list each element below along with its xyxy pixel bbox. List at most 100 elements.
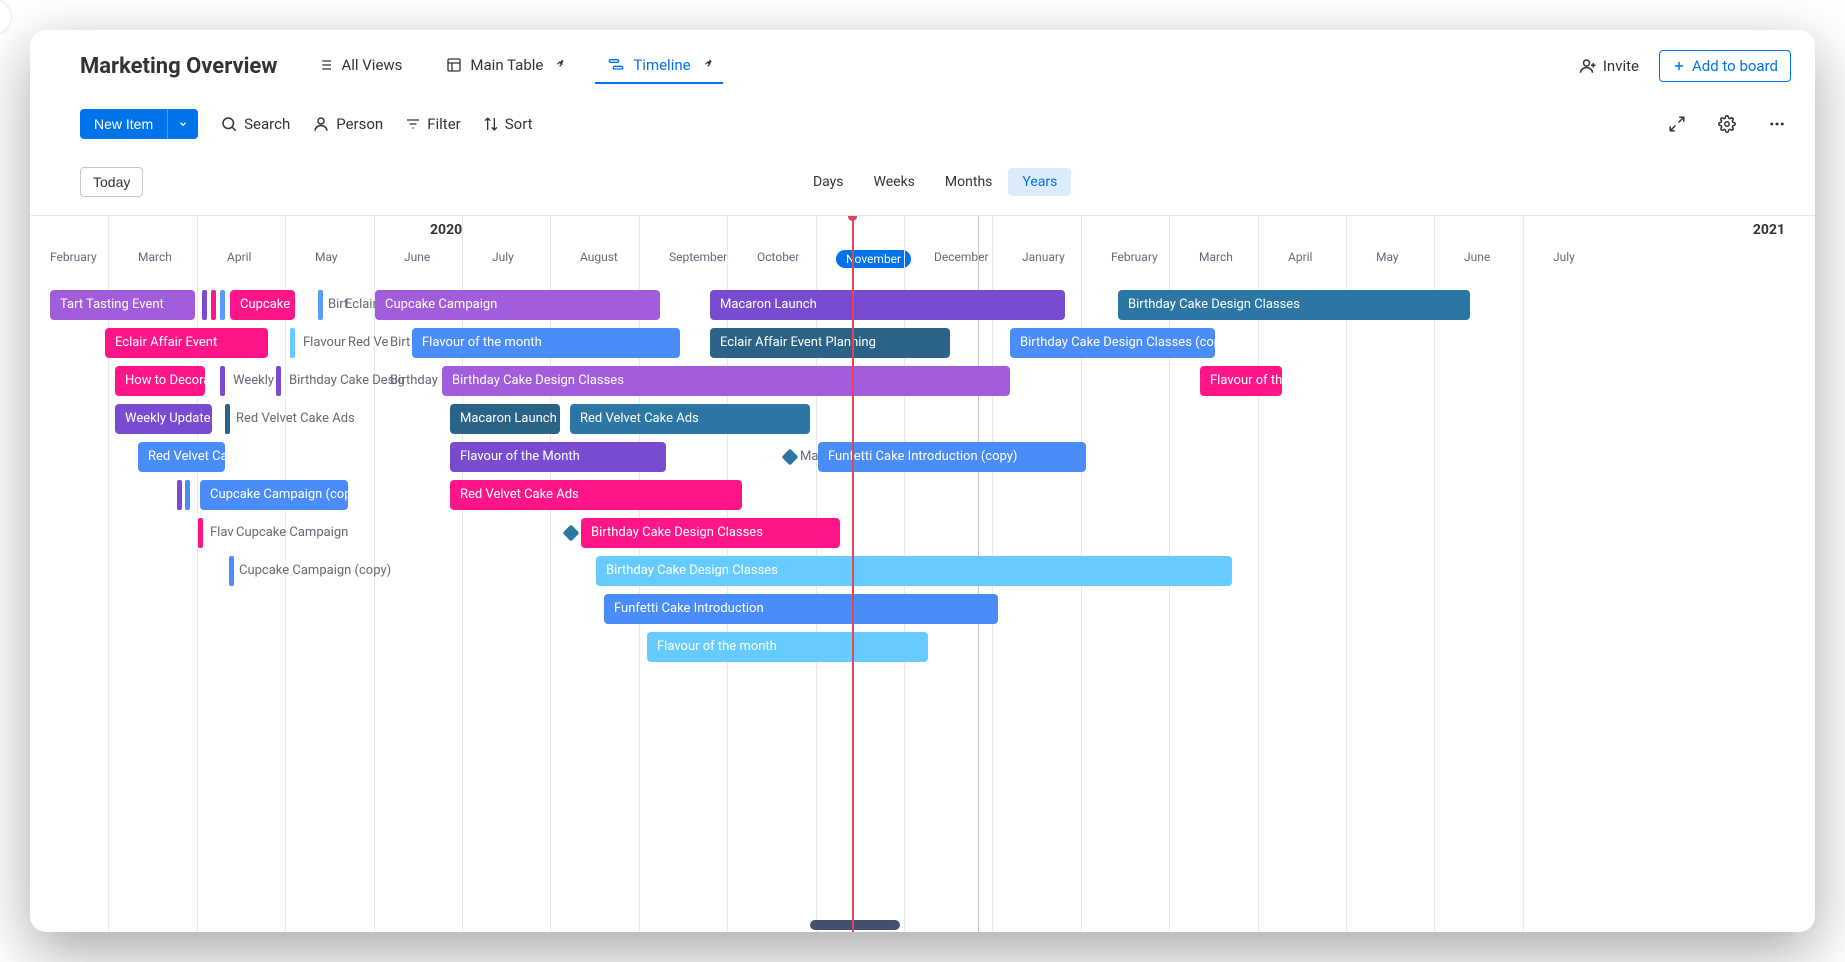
month-march[interactable]: March bbox=[1199, 250, 1233, 264]
table-icon bbox=[446, 57, 462, 73]
add-to-board-label: Add to board bbox=[1692, 57, 1778, 75]
gantt-bar[interactable]: Cupcake Campaign bbox=[375, 290, 660, 320]
scale-tab-months[interactable]: Months bbox=[931, 168, 1006, 196]
fullscreen-button[interactable] bbox=[1663, 110, 1691, 138]
today-button[interactable]: Today bbox=[80, 167, 143, 197]
month-may[interactable]: May bbox=[315, 250, 338, 264]
gantt-bar[interactable]: Funfetti Cake Introduction bbox=[604, 594, 998, 624]
gantt-bar-collapsed[interactable] bbox=[220, 290, 225, 320]
gantt-bar[interactable]: Flavour of the bbox=[1200, 366, 1282, 396]
view-timeline[interactable]: Timeline bbox=[595, 48, 722, 84]
gantt-bar[interactable]: Red Velvet Ca bbox=[138, 442, 225, 472]
timeline[interactable]: 2020 2021 February March April May June July A… bbox=[30, 215, 1815, 932]
gantt-bar[interactable]: Red Velvet Cake Ads bbox=[570, 404, 810, 434]
add-to-board-button[interactable]: Add to board bbox=[1659, 50, 1791, 82]
gantt-bar-collapsed[interactable] bbox=[290, 328, 295, 358]
toolbar: New Item Search Person Filter Sort bbox=[30, 95, 1815, 157]
gantt-bar-collapsed[interactable] bbox=[220, 366, 225, 396]
gantt-bar[interactable]: Birthday Cake Design Classes bbox=[581, 518, 840, 548]
gantt-bar[interactable]: Flavour of the month bbox=[412, 328, 680, 358]
month-june[interactable]: June bbox=[404, 250, 430, 264]
month-october[interactable]: October bbox=[757, 250, 799, 264]
gantt-bar[interactable]: Eclair Affair Event bbox=[105, 328, 268, 358]
new-item-dropdown[interactable] bbox=[167, 109, 198, 139]
month-april[interactable]: April bbox=[1288, 250, 1312, 264]
gantt-bar[interactable]: Flavour of the month bbox=[647, 632, 928, 662]
gantt-bar[interactable]: Macaron Launch bbox=[710, 290, 1065, 320]
search-tool[interactable]: Search bbox=[220, 115, 290, 133]
gantt-bar-collapsed[interactable] bbox=[318, 290, 323, 320]
pin-icon bbox=[703, 61, 711, 69]
month-february[interactable]: February bbox=[1111, 250, 1158, 264]
board-title[interactable]: Marketing Overview bbox=[80, 54, 277, 79]
gantt-bar[interactable]: Birthday Cake Design Classes bbox=[596, 556, 1232, 586]
month-november[interactable]: November bbox=[836, 250, 911, 268]
view-timeline-label: Timeline bbox=[633, 56, 690, 74]
month-april[interactable]: April bbox=[227, 250, 251, 264]
month-header: February March April May June July August Septe… bbox=[30, 244, 1815, 274]
new-item-button[interactable]: New Item bbox=[80, 109, 167, 139]
gantt-bar[interactable]: Birthday Cake Design Classes bbox=[442, 366, 1010, 396]
view-main-table[interactable]: Main Table bbox=[434, 48, 575, 84]
month-march[interactable]: March bbox=[138, 250, 172, 264]
gantt-label-overflow: Cupcake Campaign bbox=[236, 518, 348, 548]
person-icon bbox=[312, 115, 330, 133]
gantt-bar[interactable]: Birthday Cake Design Classes (copy) bbox=[1010, 328, 1215, 358]
gantt-label-overflow: Flav bbox=[210, 518, 234, 548]
year-2021: 2021 bbox=[1753, 222, 1785, 238]
gantt-bar[interactable]: Cupcake bbox=[230, 290, 295, 320]
horizontal-scrollbar[interactable] bbox=[810, 920, 900, 930]
invite-button[interactable]: Invite bbox=[1579, 57, 1639, 75]
header-bar: Marketing Overview All Views Main Table … bbox=[30, 30, 1815, 95]
month-september[interactable]: September bbox=[669, 250, 727, 264]
month-may[interactable]: May bbox=[1376, 250, 1399, 264]
filter-tool[interactable]: Filter bbox=[405, 115, 461, 133]
gantt-bar[interactable]: Cupcake Campaign (copy) bbox=[200, 480, 348, 510]
scale-tab-weeks[interactable]: Weeks bbox=[860, 168, 929, 196]
dots-icon bbox=[1768, 115, 1786, 133]
person-tool[interactable]: Person bbox=[312, 115, 383, 133]
gantt-label-overflow: Weekly bbox=[233, 366, 274, 396]
new-item-group: New Item bbox=[80, 109, 198, 139]
gantt-bar[interactable]: Macaron Launch Pa bbox=[450, 404, 560, 434]
scale-tab-days[interactable]: Days bbox=[799, 168, 858, 196]
gantt-bar-collapsed[interactable] bbox=[229, 556, 234, 586]
search-label: Search bbox=[244, 115, 290, 133]
month-december[interactable]: December bbox=[934, 250, 989, 264]
person-label: Person bbox=[336, 115, 383, 133]
month-january[interactable]: January bbox=[1022, 250, 1065, 264]
view-all[interactable]: All Views bbox=[305, 48, 414, 84]
scale-tab-years[interactable]: Years bbox=[1008, 168, 1071, 196]
gantt-bar-collapsed[interactable] bbox=[198, 518, 203, 548]
gantt-bar-collapsed[interactable] bbox=[185, 480, 190, 510]
gantt-label-overflow: Birthday Cake Desig bbox=[289, 366, 405, 396]
gantt-bar[interactable]: Red Velvet Cake Ads bbox=[450, 480, 742, 510]
gantt-bar-collapsed[interactable] bbox=[225, 404, 230, 434]
gantt-bar-collapsed[interactable] bbox=[177, 480, 182, 510]
settings-button[interactable] bbox=[1713, 110, 1741, 138]
month-february[interactable]: February bbox=[50, 250, 97, 264]
gantt-bar[interactable]: Funfetti Cake Introduction (copy) bbox=[818, 442, 1086, 472]
gantt-bar[interactable]: How to Decora bbox=[115, 366, 205, 396]
gantt-bar[interactable]: Flavour of the Month bbox=[450, 442, 666, 472]
month-june[interactable]: June bbox=[1464, 250, 1490, 264]
year-2020: 2020 bbox=[430, 222, 462, 238]
gantt-bar-collapsed[interactable] bbox=[202, 290, 207, 320]
month-july[interactable]: July bbox=[492, 250, 514, 264]
plus-icon bbox=[1672, 59, 1686, 73]
sort-tool[interactable]: Sort bbox=[483, 115, 533, 133]
month-august[interactable]: August bbox=[580, 250, 618, 264]
gantt-bar-collapsed[interactable] bbox=[211, 290, 216, 320]
gantt-bar[interactable]: Tart Tasting Event bbox=[50, 290, 195, 320]
gantt-bar[interactable]: Birthday Cake Design Classes bbox=[1118, 290, 1470, 320]
gantt-bar[interactable]: Weekly Update bbox=[115, 404, 212, 434]
person-plus-icon bbox=[1579, 57, 1597, 75]
gantt-label-overflow: Birthday bbox=[390, 366, 438, 396]
month-july[interactable]: July bbox=[1553, 250, 1575, 264]
gantt-bar-collapsed[interactable] bbox=[276, 366, 281, 396]
more-button[interactable] bbox=[1763, 110, 1791, 138]
search-icon bbox=[220, 115, 238, 133]
filter-label: Filter bbox=[427, 115, 461, 133]
invite-label: Invite bbox=[1603, 57, 1639, 75]
gantt-bar[interactable]: Eclair Affair Event Planning bbox=[710, 328, 950, 358]
